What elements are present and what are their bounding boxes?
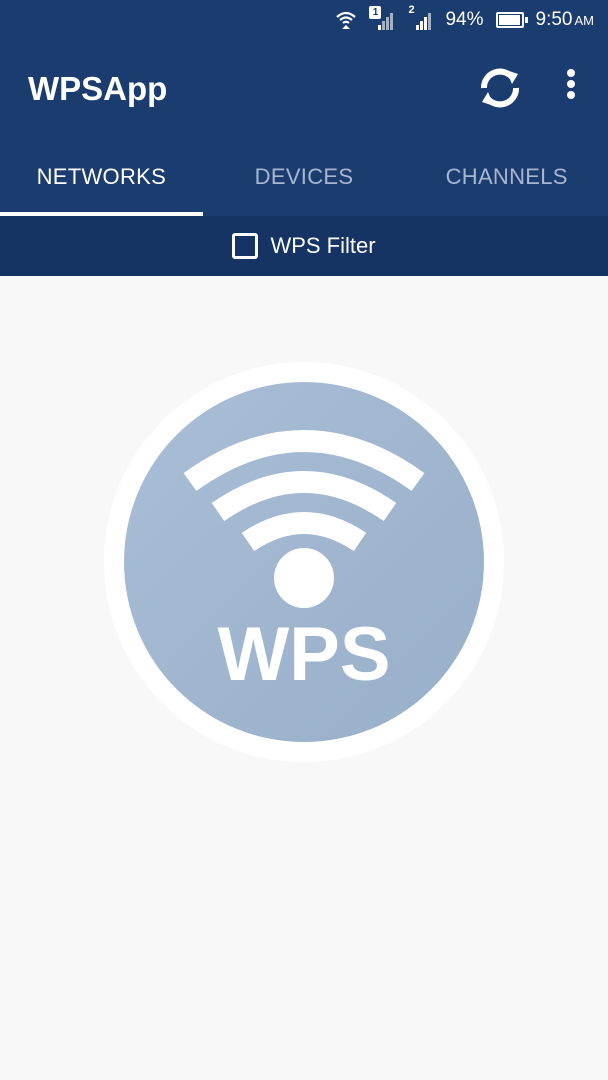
- clock-time: 9:50: [535, 9, 573, 30]
- battery-percent: 94%: [445, 9, 484, 30]
- wps-filter-label[interactable]: WPS Filter: [270, 233, 375, 259]
- tab-channels-label: CHANNELS: [445, 164, 568, 189]
- app-screen: 1 2 94% 9:50 AM WPSApp NETWORKS DEVICES …: [0, 0, 608, 1080]
- tab-channels[interactable]: CHANNELS: [405, 138, 608, 216]
- wps-logo-text: WPS: [217, 612, 390, 697]
- status-bar: 1 2 94% 9:50 AM: [0, 0, 608, 40]
- battery-icon: [495, 12, 528, 28]
- overflow-menu-button[interactable]: [556, 66, 586, 110]
- wps-wifi-icon: WPS: [104, 362, 504, 762]
- more-vert-icon: [567, 80, 575, 88]
- app-bar: WPSApp: [0, 40, 608, 138]
- more-vert-icon: [567, 69, 575, 77]
- tab-networks[interactable]: NETWORKS: [0, 138, 203, 216]
- wps-logo: WPS: [102, 360, 506, 764]
- wifi-status-icon: [335, 10, 357, 30]
- refresh-button[interactable]: [474, 62, 526, 114]
- wps-filter-checkbox[interactable]: [232, 233, 259, 259]
- app-title: WPSApp: [28, 70, 168, 107]
- refresh-icon: [480, 68, 520, 108]
- clock: 9:50 AM: [536, 9, 594, 31]
- tab-bar: NETWORKS DEVICES CHANNELS: [0, 138, 608, 216]
- wps-filter-bar: WPS Filter: [0, 216, 608, 276]
- tab-networks-label: NETWORKS: [36, 164, 167, 189]
- sim2-signal-icon: 2: [407, 4, 433, 32]
- tab-devices-label: DEVICES: [254, 164, 354, 189]
- clock-ampm: AM: [574, 13, 595, 28]
- tab-devices[interactable]: DEVICES: [203, 138, 406, 216]
- sim1-signal-icon: 1: [369, 6, 395, 32]
- battery-fill: [498, 15, 520, 25]
- more-vert-icon: [567, 91, 575, 99]
